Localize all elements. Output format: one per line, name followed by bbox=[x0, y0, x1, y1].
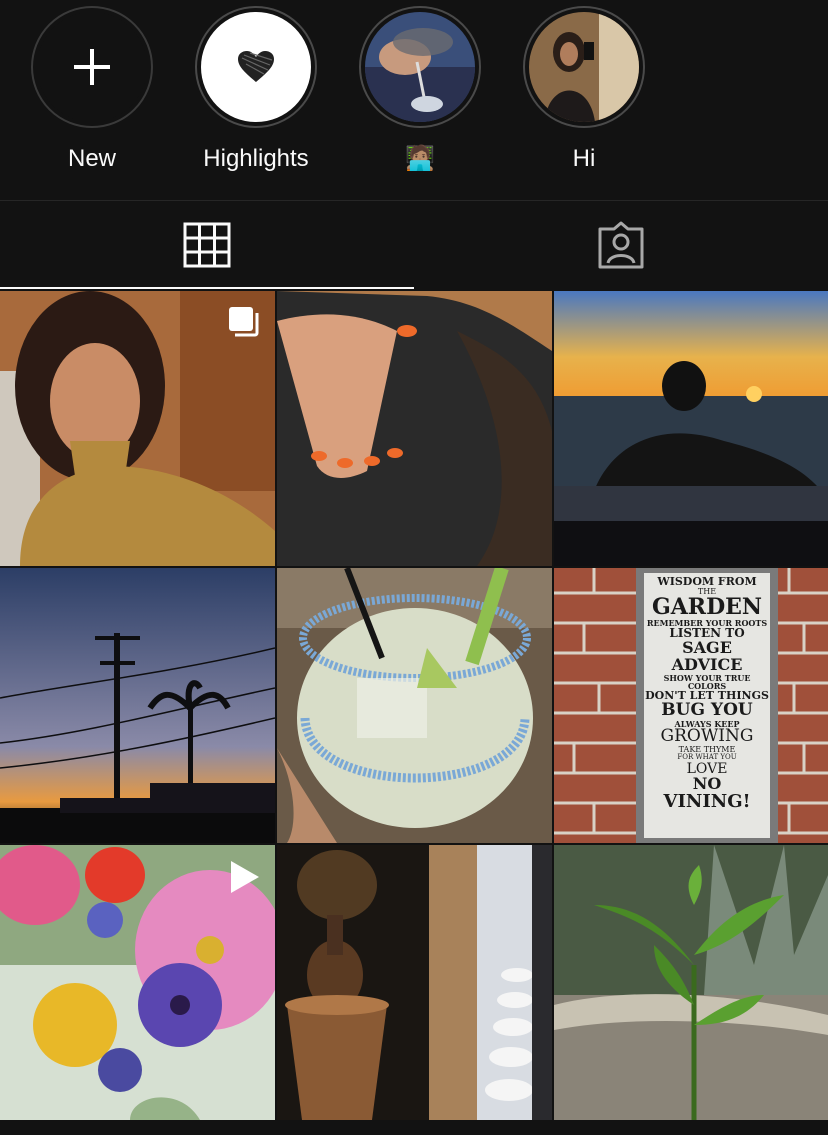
sign-line: SAGE ADVICE bbox=[671, 638, 743, 674]
highlight-emoji[interactable]: 🧑🏽‍💻 bbox=[354, 6, 486, 174]
post-tile[interactable] bbox=[554, 291, 828, 566]
mirror-selfie-photo bbox=[529, 12, 639, 122]
post-photo bbox=[554, 845, 828, 1120]
post-photo bbox=[277, 568, 552, 843]
plus-icon bbox=[37, 12, 147, 122]
sign-line: WISDOM FROM bbox=[657, 575, 757, 588]
tab-tagged[interactable] bbox=[414, 201, 828, 289]
grid-icon bbox=[183, 222, 231, 268]
play-icon bbox=[227, 859, 261, 900]
post-tile[interactable] bbox=[277, 845, 552, 1120]
post-photo bbox=[554, 291, 828, 566]
highlight-ring bbox=[31, 6, 153, 128]
post-photo bbox=[0, 568, 275, 843]
post-tile[interactable] bbox=[277, 568, 552, 843]
post-tile[interactable] bbox=[0, 291, 275, 566]
sign-line: VINING! bbox=[663, 791, 751, 813]
post-tile[interactable] bbox=[554, 845, 828, 1120]
post-tile[interactable] bbox=[0, 568, 275, 843]
post-tile[interactable] bbox=[277, 291, 552, 566]
garden-sign: WISDOM FROM THE GARDEN REMEMBER YOUR ROO… bbox=[644, 576, 770, 812]
sign-line: SHOW YOUR TRUE COLORS bbox=[663, 672, 751, 691]
post-tile[interactable]: WISDOM FROM THE GARDEN REMEMBER YOUR ROO… bbox=[554, 568, 828, 843]
highlight-ring bbox=[195, 6, 317, 128]
posts-grid: WISDOM FROM THE GARDEN REMEMBER YOUR ROO… bbox=[0, 289, 828, 1120]
post-photo bbox=[277, 845, 552, 1120]
story-highlights-row: New Highlights bbox=[0, 0, 828, 200]
highlight-highlights[interactable]: Highlights bbox=[190, 6, 322, 174]
post-photo bbox=[277, 291, 552, 566]
tab-grid[interactable] bbox=[0, 201, 414, 289]
highlight-label: New bbox=[67, 145, 116, 172]
highlight-ring bbox=[523, 6, 645, 128]
highlight-hi[interactable]: Hi bbox=[518, 6, 650, 174]
heart-icon bbox=[201, 12, 311, 122]
sign-line: GROWING bbox=[660, 726, 754, 747]
sign-line: GARDEN bbox=[651, 593, 763, 620]
highlight-new[interactable]: New bbox=[26, 6, 158, 174]
carousel-icon bbox=[227, 305, 261, 344]
highlight-ring bbox=[359, 6, 481, 128]
post-tile[interactable] bbox=[0, 845, 275, 1120]
highlight-label: Highlights bbox=[203, 145, 309, 172]
profile-tabs bbox=[0, 200, 828, 289]
wineglass-photo bbox=[365, 12, 475, 122]
highlight-label: Hi bbox=[572, 145, 596, 172]
tagged-person-icon bbox=[598, 221, 644, 269]
sign-line: BUG YOU bbox=[661, 699, 753, 720]
highlight-label: 🧑🏽‍💻 bbox=[405, 145, 435, 172]
